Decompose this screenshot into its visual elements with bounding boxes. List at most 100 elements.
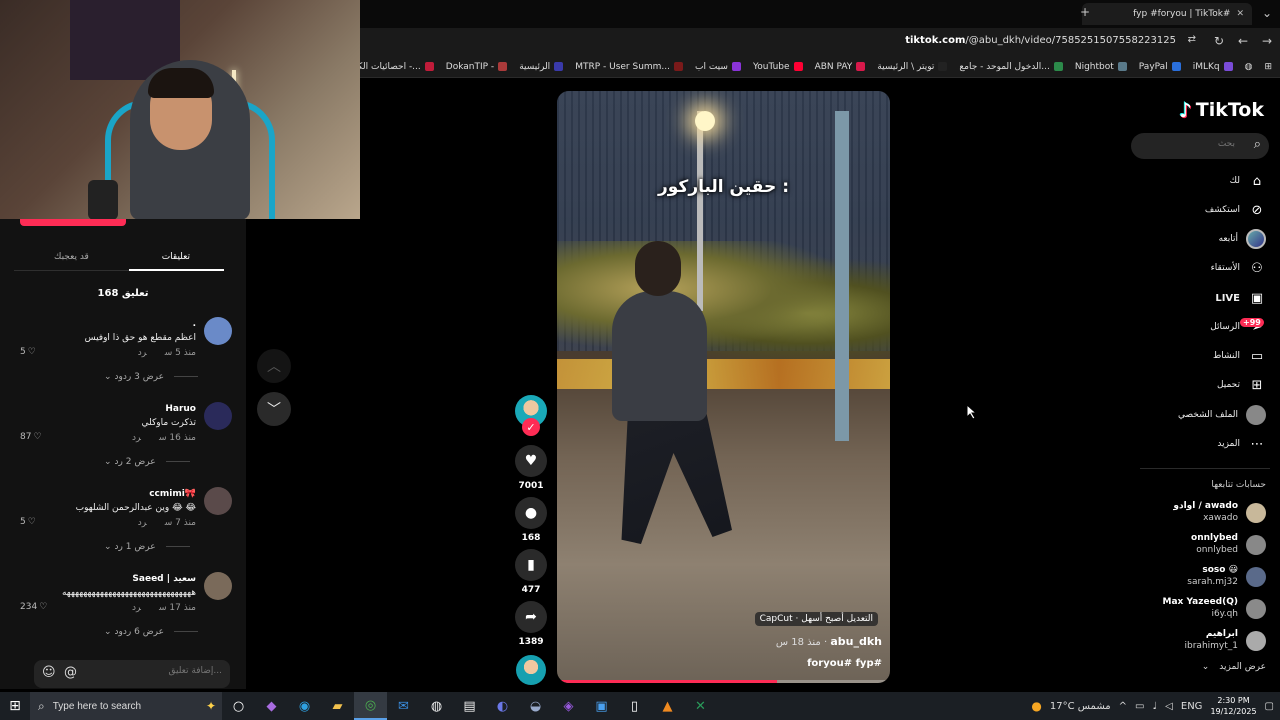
bookmark-item[interactable]: YouTube (753, 62, 803, 72)
bookmark-item[interactable]: iMLKq (1193, 62, 1233, 72)
video-player[interactable]: حقين الباركور : CapCut · التعديل أصبح أس… (557, 91, 890, 683)
following-account[interactable]: اوادو / awado xawado (1136, 500, 1266, 528)
bookmark-item[interactable]: Nightbot (1075, 62, 1127, 72)
nav-live[interactable]: LIVE ▣ (1215, 288, 1266, 308)
nav-following[interactable]: الأستقاء ⚇ (1211, 258, 1266, 278)
forward-icon[interactable]: ← (1238, 34, 1248, 48)
nav-upload[interactable]: تحميل ⊞ (1217, 375, 1266, 395)
comment-like[interactable]: 5 ♡ (20, 517, 36, 527)
weather-text[interactable]: 17°C مشمس (1050, 701, 1111, 712)
save-action[interactable]: ▮ 477 (512, 549, 550, 595)
comment-avatar[interactable] (204, 487, 232, 515)
obs-icon[interactable]: ◍ (420, 692, 453, 720)
notifications-icon[interactable]: ▢ (1265, 701, 1274, 712)
clock[interactable]: 2:30 PM 19/12/2025 (1210, 695, 1256, 717)
previous-video-button[interactable]: ︿ (257, 349, 291, 383)
language-indicator[interactable]: ENG (1181, 701, 1203, 712)
nav-more[interactable]: المزيد ⋯ (1217, 434, 1266, 454)
mail-icon[interactable]: ✉ (387, 692, 420, 720)
video-author-name[interactable]: abu_dkh (830, 635, 882, 648)
copilot-icon[interactable]: ◆ (255, 692, 288, 720)
bookmark-item[interactable]: DokanTIP - (446, 62, 508, 72)
see-more-button[interactable]: ⌄ عرض المزيد (1202, 662, 1266, 672)
task-view-icon[interactable]: ○ (222, 692, 255, 720)
video-hashtags[interactable]: foryou# fyp# (807, 658, 882, 669)
nav-for-you[interactable]: لك ⌂ (1230, 171, 1266, 191)
start-button[interactable]: ⊞ (0, 692, 30, 720)
bookmark-item[interactable]: ABN PAY (815, 62, 866, 72)
following-account[interactable]: soso 😃 sarah.mj32 (1136, 564, 1266, 592)
like-action[interactable]: ♥ 7001 (512, 445, 550, 491)
taskbar-search[interactable]: ⌕ Type here to search ✦ (30, 692, 222, 720)
heart-icon[interactable]: ♥ (515, 445, 547, 477)
next-video-button[interactable]: ﹀ (257, 392, 291, 426)
network-icon[interactable]: ▭ (1135, 701, 1144, 712)
comment-like[interactable]: 5 ♡ (20, 347, 36, 357)
store-icon[interactable]: ▣ (585, 692, 618, 720)
file-explorer-icon[interactable]: ▰ (321, 692, 354, 720)
view-replies-button[interactable]: ⌄ عرض 2 رد (104, 457, 190, 467)
comment-author[interactable]: . (193, 319, 196, 329)
site-settings-icon[interactable]: ⇄ (1188, 34, 1196, 45)
view-replies-button[interactable]: ⌄ عرض 3 ردود (104, 372, 198, 382)
url-text[interactable]: tiktok.com/@abu_dkh/video/75852515075582… (905, 35, 1176, 46)
tray-overflow-icon[interactable]: ^ (1119, 701, 1127, 712)
comment-like[interactable]: 87 ♡ (20, 432, 42, 442)
new-tab-icon[interactable]: + (1080, 5, 1090, 19)
comment-author[interactable]: Haruo (165, 404, 196, 414)
steam-icon[interactable]: ◒ (519, 692, 552, 720)
globe-icon[interactable]: ◍ (1245, 62, 1253, 72)
search-icon[interactable]: ⌕ (1254, 137, 1261, 152)
comment-avatar[interactable] (204, 402, 232, 430)
bookmark-item[interactable]: سيت اب (695, 62, 741, 72)
nav-profile[interactable]: الملف الشخصي (1178, 405, 1266, 425)
bookmark-item[interactable]: تويتر \ الرئيسية (877, 62, 948, 72)
video-progress-bar[interactable] (557, 680, 890, 683)
bookmark-item[interactable]: MTRP - User Summ... (575, 62, 684, 72)
view-replies-button[interactable]: ⌄ عرض 1 رد (104, 542, 190, 552)
share-action[interactable]: ➦ 1389 (512, 601, 550, 647)
address-bar[interactable]: → ← ↻ ⇄ tiktok.com/@abu_dkh/video/758525… (360, 28, 1280, 56)
app-icon[interactable]: ▤ (453, 692, 486, 720)
apps-grid-icon[interactable]: ⊞ (1264, 62, 1272, 72)
view-replies-button[interactable]: ⌄ عرض 6 ردود (104, 627, 198, 637)
tab-list-icon[interactable]: ⌄ (1262, 6, 1272, 20)
vlc-icon[interactable]: ▲ (651, 692, 684, 720)
bookmark-item[interactable]: PayPal (1139, 62, 1181, 72)
tab-comments[interactable]: تعليقات (162, 252, 190, 262)
capcut-label[interactable]: CapCut · التعديل أصبح أسهل (754, 612, 878, 626)
music-disc-avatar[interactable] (516, 655, 546, 685)
reply-button[interactable]: رد (138, 518, 147, 528)
comment-like[interactable]: 234 ♡ (20, 602, 47, 612)
following-account[interactable]: onnlybed onnlybed (1136, 532, 1266, 560)
discord-icon[interactable]: ◐ (486, 692, 519, 720)
bookmark-item[interactable]: احصائيات الكوبون -... (360, 62, 434, 72)
comment-author[interactable]: Saeed | سعيد (132, 574, 196, 584)
search-box[interactable]: ⌕ (1131, 133, 1269, 159)
follow-plus-icon[interactable]: ✓ (522, 418, 540, 436)
mention-icon[interactable]: @ (64, 665, 77, 680)
tab-you-may-like[interactable]: قد يعجبك (54, 252, 89, 262)
comment-input[interactable] (92, 666, 222, 676)
search-input[interactable] (1145, 139, 1235, 149)
comment-action[interactable]: ● 168 (512, 497, 550, 543)
share-icon[interactable]: ➦ (515, 601, 547, 633)
reload-icon[interactable]: ↻ (1214, 34, 1224, 48)
browser-tab[interactable]: fyp #foryou | TikTok# ✕ (1082, 3, 1252, 25)
nav-explore[interactable]: استكشف ⊘ (1205, 200, 1266, 220)
reply-button[interactable]: رد (132, 603, 141, 613)
comment-avatar[interactable] (204, 317, 232, 345)
comment-author[interactable]: ccmimi🎀 (149, 489, 196, 499)
back-icon[interactable]: → (1262, 34, 1272, 48)
following-account[interactable]: Max Yazeed(Q) i6y.qh (1136, 596, 1266, 624)
bookmark-icon[interactable]: ▮ (515, 549, 547, 581)
reply-button[interactable]: رد (132, 433, 141, 443)
emoji-icon[interactable]: ☺ (42, 665, 56, 680)
volume-icon[interactable]: ◁ (1165, 701, 1173, 712)
excel-icon[interactable]: ✕ (684, 692, 717, 720)
mic-icon[interactable]: ♩ (1152, 701, 1157, 712)
bookmark-item[interactable]: الرئيسية (519, 62, 564, 72)
comment-avatar[interactable] (204, 572, 232, 600)
chrome-icon[interactable]: ◎ (354, 692, 387, 720)
close-tab-icon[interactable]: ✕ (1236, 9, 1244, 19)
